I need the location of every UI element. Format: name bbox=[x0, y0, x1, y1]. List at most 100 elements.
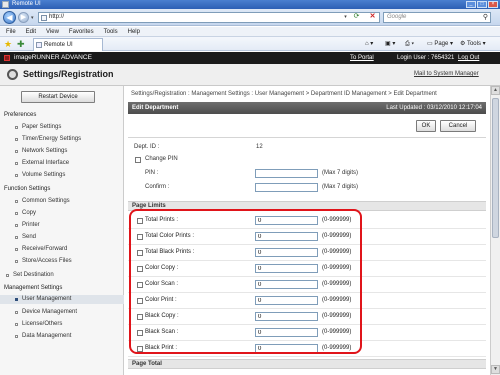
nav-item-store-access-files[interactable]: Store/Access Files bbox=[15, 257, 123, 266]
limit-input[interactable] bbox=[255, 312, 318, 321]
forward-icon[interactable]: ▶ bbox=[18, 12, 29, 23]
print-icon[interactable]: ⎙ ▾ bbox=[405, 40, 414, 48]
breadcrumb: Settings/Registration : Management Setti… bbox=[131, 91, 437, 97]
menu-edit[interactable]: Edit bbox=[26, 27, 36, 36]
limit-checkbox[interactable] bbox=[137, 314, 143, 320]
limit-row-black-copy: Black Copy : (0-999999) bbox=[128, 309, 486, 325]
limit-checkbox[interactable] bbox=[137, 234, 143, 240]
page-menu[interactable]: ▭ Page ▾ bbox=[427, 40, 453, 48]
browser-tab[interactable]: Remote UI bbox=[33, 38, 103, 51]
limit-label: Black Scan : bbox=[145, 329, 179, 335]
tools-menu[interactable]: ⚙ Tools ▾ bbox=[460, 40, 486, 48]
restart-device-button[interactable]: Restart Device bbox=[21, 91, 95, 103]
login-user: Login User : 7654321 bbox=[397, 55, 455, 61]
limit-checkbox[interactable] bbox=[137, 346, 143, 352]
vertical-scrollbar[interactable]: ▲ ▼ bbox=[490, 86, 500, 375]
pin-input[interactable] bbox=[255, 169, 318, 178]
history-dropdown-icon[interactable]: ▾ bbox=[31, 15, 34, 21]
to-portal-link[interactable]: To Portal bbox=[350, 52, 374, 64]
limit-input[interactable] bbox=[255, 328, 318, 337]
nav-item-printer[interactable]: Printer bbox=[15, 221, 123, 230]
page-header: Settings/Registration Mail to System Man… bbox=[0, 64, 500, 86]
limit-input[interactable] bbox=[255, 216, 318, 225]
limit-input[interactable] bbox=[255, 264, 318, 273]
page-limits-list: Total Prints : (0-999999) Total Color Pr… bbox=[128, 212, 486, 357]
menu-favorites[interactable]: Favorites bbox=[69, 27, 94, 36]
limit-range: (0-999999) bbox=[322, 313, 352, 319]
bullet-icon bbox=[15, 248, 18, 251]
nav-item-send[interactable]: Send bbox=[15, 233, 123, 242]
home-icon[interactable]: ⌂ ▾ bbox=[365, 40, 373, 48]
nav-item-copy[interactable]: Copy bbox=[15, 209, 123, 218]
limit-input[interactable] bbox=[255, 248, 318, 257]
refresh-icon[interactable]: ⟳ bbox=[351, 12, 362, 23]
search-icon[interactable]: ⚲ bbox=[483, 13, 488, 22]
nav-item-label: Paper Settings bbox=[22, 124, 62, 130]
limit-range: (0-999999) bbox=[322, 329, 352, 335]
limit-label: Color Copy : bbox=[145, 265, 179, 271]
add-favorite-icon[interactable]: ✚ bbox=[17, 39, 25, 49]
bullet-icon bbox=[15, 298, 18, 301]
brand-name: imageRUNNER ADVANCE bbox=[14, 54, 92, 61]
cancel-button[interactable]: Cancel bbox=[440, 120, 476, 132]
tab-page-icon bbox=[36, 42, 42, 48]
nav-item-receive-forward[interactable]: Receive/Forward bbox=[15, 245, 123, 254]
nav-item-license-others[interactable]: License/Others bbox=[15, 320, 123, 329]
nav-item-paper-settings[interactable]: Paper Settings bbox=[15, 123, 123, 132]
limit-input[interactable] bbox=[255, 344, 318, 353]
limit-checkbox[interactable] bbox=[137, 218, 143, 224]
stop-icon[interactable]: ✕ bbox=[367, 12, 378, 23]
nav-item-volume-settings[interactable]: Volume Settings bbox=[15, 171, 123, 180]
menu-tools[interactable]: Tools bbox=[104, 27, 118, 36]
nav-item-device-management[interactable]: Device Management bbox=[15, 308, 123, 317]
nav-item-common-settings[interactable]: Common Settings bbox=[15, 197, 123, 206]
logout-link[interactable]: Log Out bbox=[458, 52, 479, 64]
close-icon[interactable]: × bbox=[488, 1, 498, 8]
maximize-icon[interactable]: □ bbox=[477, 1, 487, 8]
scroll-down-icon[interactable]: ▼ bbox=[491, 365, 500, 374]
menu-file[interactable]: File bbox=[6, 27, 16, 36]
menu-view[interactable]: View bbox=[46, 27, 59, 36]
nav-item-timer-energy[interactable]: Timer/Energy Settings bbox=[15, 135, 123, 144]
limit-label: Color Scan : bbox=[145, 281, 179, 287]
limit-checkbox[interactable] bbox=[137, 266, 143, 272]
nav-item-user-management[interactable]: User Management bbox=[0, 295, 124, 304]
search-input[interactable]: Google ⚲ bbox=[383, 12, 491, 23]
back-icon[interactable]: ◀ bbox=[3, 11, 16, 24]
limit-input[interactable] bbox=[255, 280, 318, 289]
tools-menu-label: Tools bbox=[466, 41, 481, 47]
bullet-icon bbox=[6, 274, 9, 277]
favorites-bar: ★ ✚ Remote UI ⌂ ▾ ▣ ▾ ⎙ ▾ ▭ Page ▾ ⚙ Too… bbox=[0, 37, 500, 51]
menu-help[interactable]: Help bbox=[128, 27, 140, 36]
feeds-icon[interactable]: ▣ ▾ bbox=[385, 40, 395, 48]
favorites-star-icon[interactable]: ★ bbox=[4, 39, 12, 49]
bullet-icon bbox=[15, 126, 18, 129]
page-menu-label: Page bbox=[434, 41, 449, 47]
limit-checkbox[interactable] bbox=[137, 250, 143, 256]
nav-item-label: Receive/Forward bbox=[22, 246, 68, 252]
nav-item-external-interface[interactable]: External Interface bbox=[15, 159, 123, 168]
ok-button[interactable]: OK bbox=[416, 120, 436, 132]
url-input[interactable]: http:// bbox=[38, 12, 380, 23]
scroll-up-icon[interactable]: ▲ bbox=[491, 86, 500, 95]
limit-input[interactable] bbox=[255, 232, 318, 241]
page-limits-header: Page Limits bbox=[128, 201, 486, 211]
nav-item-label: Data Management bbox=[22, 333, 72, 339]
scroll-thumb[interactable] bbox=[492, 98, 499, 238]
change-pin-checkbox[interactable] bbox=[135, 157, 141, 163]
confirm-pin-input[interactable] bbox=[255, 183, 318, 192]
bullet-icon bbox=[15, 311, 18, 314]
menu-bar: File Edit View Favorites Tools Help bbox=[0, 27, 500, 37]
mail-system-manager-link[interactable]: Mail to System Manager bbox=[414, 71, 479, 77]
nav-item-data-management[interactable]: Data Management bbox=[15, 332, 123, 341]
minimize-icon[interactable]: _ bbox=[466, 1, 476, 8]
url-dropdown-icon[interactable]: ▾ bbox=[340, 12, 351, 23]
limit-checkbox[interactable] bbox=[137, 330, 143, 336]
limit-range: (0-999999) bbox=[322, 297, 352, 303]
limit-checkbox[interactable] bbox=[137, 298, 143, 304]
limit-row-black-scan: Black Scan : (0-999999) bbox=[128, 325, 486, 341]
nav-item-set-destination[interactable]: Set Destination bbox=[6, 271, 114, 280]
limit-checkbox[interactable] bbox=[137, 282, 143, 288]
nav-item-network-settings[interactable]: Network Settings bbox=[15, 147, 123, 156]
limit-input[interactable] bbox=[255, 296, 318, 305]
